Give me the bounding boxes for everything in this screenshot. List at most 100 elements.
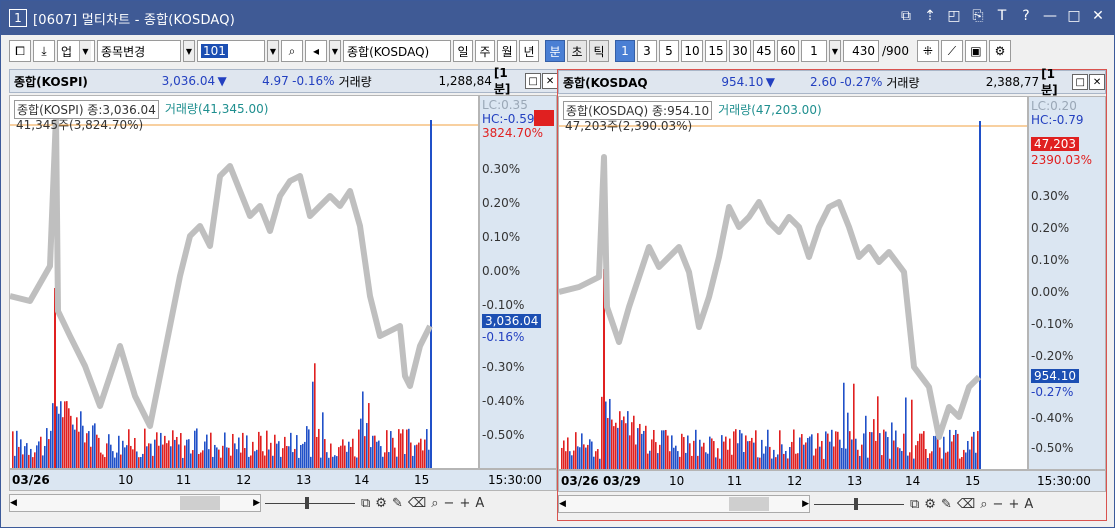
volume-bar [38,441,40,468]
price-volume-chart[interactable]: 종합(KOSPI) 종:3,036.04 거래량(41,345.00) 41,3… [9,95,479,469]
draw-tool-icon[interactable]: ⟋ [940,40,963,62]
download-icon[interactable]: ⤓ [33,40,55,62]
volume-bar [651,439,653,469]
volume-bar [801,434,803,469]
code-input[interactable]: 101 [197,40,265,62]
save-icon[interactable]: ▣ [964,40,987,62]
zoom-out-icon[interactable]: − [993,497,1004,512]
axis-tick: 0.00% [1031,285,1070,299]
maximize-icon[interactable]: □ [1066,8,1082,24]
scroll-thumb[interactable] [729,497,769,511]
zoom-slider[interactable] [814,495,904,513]
change-symbol-button[interactable]: 종목변경 [97,40,181,62]
search-icon[interactable]: ⌕ [281,40,303,62]
zoom-knob[interactable] [854,498,858,510]
minute-45[interactable]: 45 [753,40,775,62]
horizontal-scrollbar[interactable]: ◀ ▶ [9,494,261,512]
minute-3[interactable]: 3 [637,40,657,62]
font-icon[interactable]: T [994,8,1010,24]
add-indicator-icon[interactable]: ⁜ [916,40,939,62]
layout-icon[interactable]: ⧉ [361,496,370,511]
scroll-right-icon[interactable]: ▶ [253,498,260,508]
volume-bar [647,453,649,469]
pane-rate: -0.16% [292,74,335,88]
count-input[interactable]: 430 [843,40,879,62]
draw-icon[interactable]: ✎ [941,497,952,512]
restore-icon[interactable]: ⧉ [898,8,914,24]
volume-bar [849,431,851,469]
tile-icon[interactable]: ◰ [946,8,962,24]
minute-1[interactable]: 1 [615,40,635,62]
minimize-icon[interactable]: — [1042,8,1058,24]
axis-red-value: 47,203 [1031,137,1079,151]
chevron-down-icon[interactable]: ▼ [829,40,841,62]
volume-bar [376,441,378,468]
gear-icon[interactable]: ⚙ [988,40,1011,62]
period-week[interactable]: 주 [475,40,495,62]
minute-30[interactable]: 30 [729,40,751,62]
interval-tick[interactable]: 틱 [589,40,609,62]
volume-bar [136,451,138,468]
layout-icon[interactable]: ⧉ [910,497,919,512]
scroll-thumb[interactable] [180,496,220,510]
period-year[interactable]: 년 [519,40,539,62]
zoom-out-icon[interactable]: − [444,496,455,511]
settings-icon[interactable]: ⚙ [924,497,936,512]
scroll-left-icon[interactable]: ◀ [10,498,17,508]
horizontal-scrollbar[interactable]: ◀ ▶ [558,495,810,513]
font-size-icon[interactable]: A [1024,497,1033,512]
maximize-pane-icon[interactable]: □ [1072,74,1089,90]
minute-60[interactable]: 60 [777,40,799,62]
minute-5[interactable]: 5 [659,40,679,62]
volume-bar [799,437,801,469]
volume-bar [711,438,713,469]
minute-10[interactable]: 10 [681,40,703,62]
volume-bar [100,452,102,468]
volume-bar [861,444,863,469]
zoom-icon[interactable]: ⌕ [980,497,987,512]
scroll-right-icon[interactable]: ▶ [802,499,809,509]
chevron-down-icon[interactable]: ▼ [267,40,279,62]
interval-minute[interactable]: 분 [545,40,565,62]
copy-icon[interactable]: ⎘ [970,8,986,24]
volume-bar [761,439,763,469]
chevron-down-icon[interactable]: ▼ [183,40,195,62]
volume-bar [575,432,577,469]
history-icon[interactable]: ◂ [305,40,327,62]
price-volume-chart[interactable]: 종합(KOSDAQ) 종:954.10 거래량(47,203.00) 47,20… [558,96,1028,470]
minute-15[interactable]: 15 [705,40,727,62]
zoom-icon[interactable]: ⌕ [431,496,438,511]
font-size-icon[interactable]: A [475,496,484,511]
interval-second[interactable]: 초 [567,40,587,62]
erase-icon[interactable]: ⌫ [957,497,975,512]
close-pane-icon[interactable]: ✕ [1089,74,1106,90]
zoom-knob[interactable] [305,497,309,509]
zoom-in-icon[interactable]: + [459,496,470,511]
volume-bar [34,452,36,468]
volume-bar [883,429,885,469]
volume-bar [679,456,681,469]
volume-bar [889,458,891,469]
draw-icon[interactable]: ✎ [392,496,403,511]
scroll-left-icon[interactable]: ◀ [559,499,566,509]
erase-icon[interactable]: ⌫ [408,496,426,511]
close-icon[interactable]: ✕ [1090,8,1106,24]
period-day[interactable]: 일 [453,40,473,62]
chevron-down-icon[interactable]: ▼ [329,40,341,62]
settings-icon[interactable]: ⚙ [375,496,387,511]
help-icon[interactable]: ? [1018,8,1034,24]
close-pane-icon[interactable]: ✕ [542,73,558,89]
period-month[interactable]: 월 [497,40,517,62]
volume-bar [925,448,927,469]
x-label: 10 [669,474,685,488]
volume-bar [617,427,619,469]
volume-bar [206,434,208,468]
category-select[interactable]: 업 ▼ [57,40,95,62]
zoom-slider[interactable] [265,494,355,512]
volume-bar [899,448,901,469]
pin-icon[interactable]: ⇡ [922,8,938,24]
multiplier-input[interactable]: 1 [801,40,827,62]
maximize-pane-icon[interactable]: □ [525,73,542,89]
zoom-in-icon[interactable]: + [1008,497,1019,512]
link-icon[interactable]: ⧠ [9,40,31,62]
